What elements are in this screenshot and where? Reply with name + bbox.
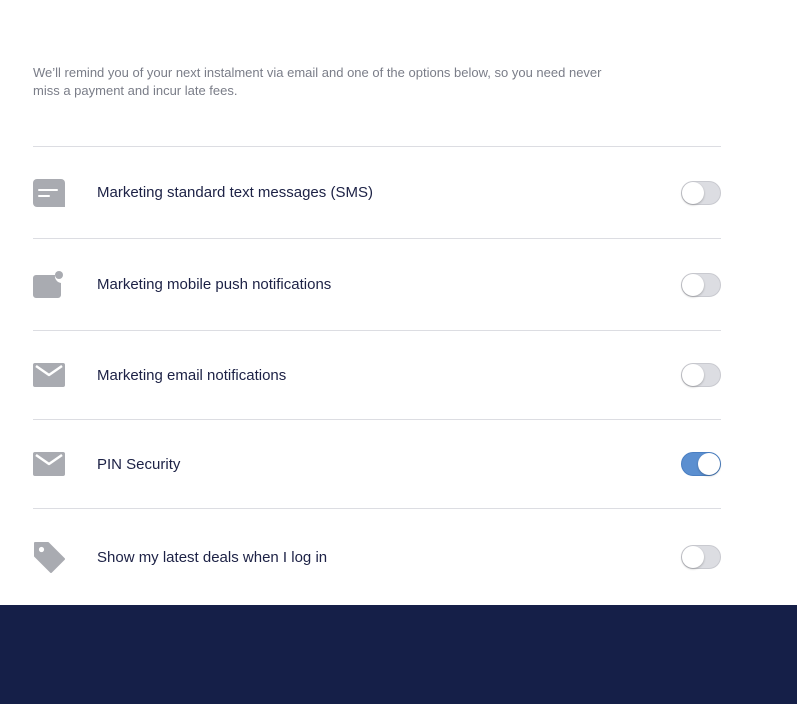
setting-label-push: Marketing mobile push notifications (97, 276, 332, 293)
toggle-email[interactable] (681, 363, 721, 387)
setting-label-email: Marketing email notifications (97, 366, 287, 384)
envelope-icon (33, 359, 65, 391)
toggle-knob (682, 181, 704, 204)
setting-label-deals: Show my latest deals when I log in (97, 548, 328, 566)
setting-row-sms: Marketing standard text messages (SMS) (33, 147, 721, 239)
push-notification-icon (33, 269, 65, 301)
footer-band (0, 605, 797, 704)
notification-settings-page: We’ll remind you of your next instalment… (0, 0, 797, 704)
toggle-knob (682, 546, 704, 568)
toggle-pin-security[interactable] (681, 452, 721, 476)
toggle-sms[interactable] (681, 180, 721, 205)
setting-row-deals: Show my latest deals when I log in (33, 509, 721, 605)
settings-list: Marketing standard text messages (SMS) M… (33, 146, 721, 605)
setting-row-pin-security: PIN Security (33, 420, 721, 509)
tag-icon (33, 541, 65, 573)
toggle-knob (682, 364, 704, 386)
message-icon (33, 177, 65, 209)
intro-text: We’ll remind you of your next instalment… (33, 65, 602, 98)
toggle-deals[interactable] (681, 545, 721, 569)
setting-label-sms: Marketing standard text messages (SMS) (97, 184, 373, 201)
setting-label-pin-security: PIN Security (97, 455, 181, 473)
toggle-knob (682, 273, 704, 296)
setting-row-email: Marketing email notifications (33, 331, 721, 420)
toggle-push[interactable] (681, 272, 721, 297)
toggle-knob (698, 453, 720, 475)
envelope-icon (33, 448, 65, 480)
setting-row-push: Marketing mobile push notifications (33, 239, 721, 331)
